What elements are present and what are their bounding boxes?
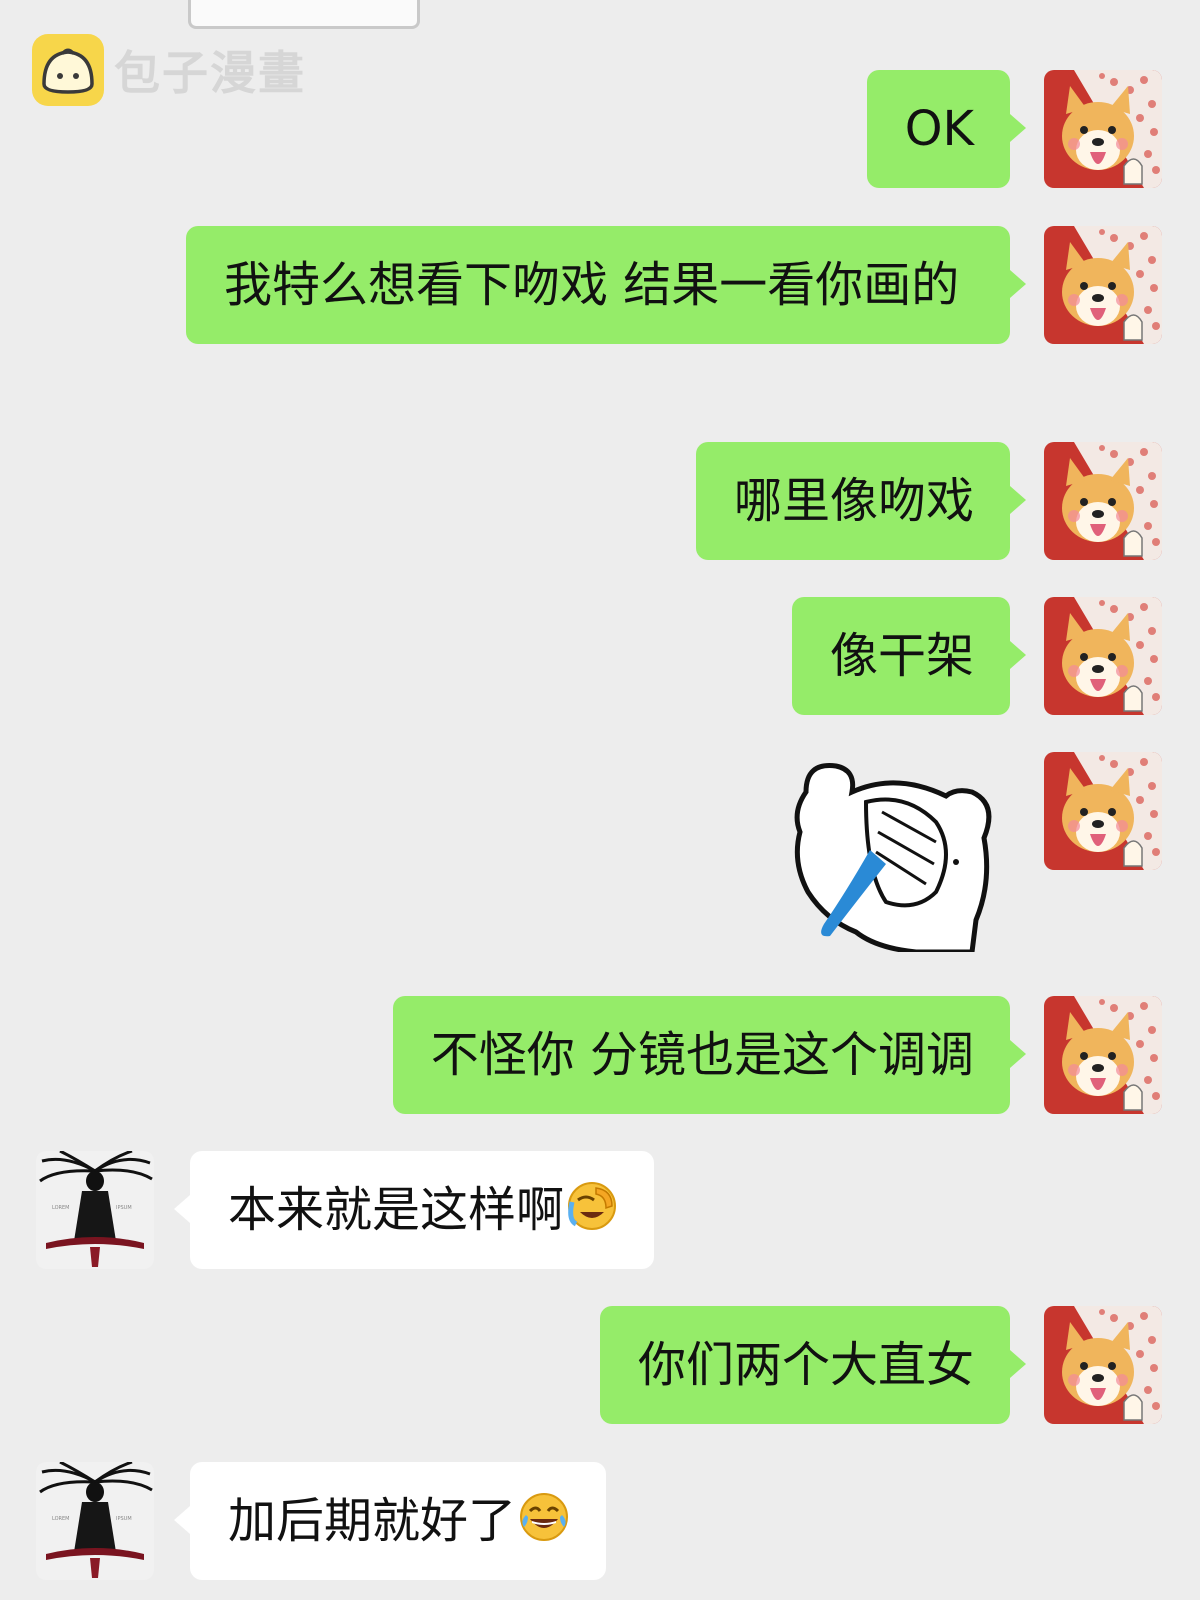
shiba-avatar[interactable] bbox=[1044, 996, 1162, 1114]
crying-bear-sticker[interactable] bbox=[786, 752, 1006, 955]
cut-off-image-message[interactable] bbox=[188, 0, 420, 29]
sent-message-bubble[interactable]: 我特么想看下吻戏 结果一看你画的 bbox=[186, 226, 1026, 344]
sent-message-bubble[interactable]: 不怪你 分镜也是这个调调 bbox=[392, 996, 1027, 1114]
dark-figure-avatar[interactable] bbox=[36, 1462, 154, 1580]
message-text: 加后期就好了 bbox=[228, 1493, 517, 1549]
message-text: 本来就是这样啊 bbox=[228, 1182, 565, 1238]
received-message-bubble[interactable]: 加后期就好了 bbox=[173, 1462, 607, 1580]
sent-message-bubble[interactable]: 像干架 bbox=[791, 597, 1027, 715]
sent-message-bubble[interactable]: 哪里像吻戏 bbox=[695, 442, 1027, 560]
sent-message-bubble[interactable]: 你们两个大直女 bbox=[599, 1306, 1027, 1424]
chat-area[interactable]: 包子漫畫 OK 我特么想看下吻戏 结果一看你画的 哪里像吻戏 像干架 不怪你 分… bbox=[0, 0, 1200, 1600]
watermark: 包子漫畫 bbox=[32, 34, 306, 106]
shiba-avatar[interactable] bbox=[1044, 1306, 1162, 1424]
face-palm-crying-emoji-icon bbox=[566, 1180, 618, 1232]
shiba-avatar[interactable] bbox=[1044, 226, 1162, 344]
tears-of-joy-emoji-icon bbox=[518, 1491, 570, 1543]
sent-message-bubble[interactable]: OK bbox=[866, 70, 1027, 188]
shiba-avatar[interactable] bbox=[1044, 70, 1162, 188]
dark-figure-avatar[interactable] bbox=[36, 1151, 154, 1269]
received-message-bubble[interactable]: 本来就是这样啊 bbox=[173, 1151, 655, 1269]
shiba-avatar[interactable] bbox=[1044, 752, 1162, 870]
shiba-avatar[interactable] bbox=[1044, 442, 1162, 560]
bun-logo-icon bbox=[32, 34, 104, 106]
shiba-avatar[interactable] bbox=[1044, 597, 1162, 715]
watermark-text: 包子漫畫 bbox=[114, 46, 306, 100]
